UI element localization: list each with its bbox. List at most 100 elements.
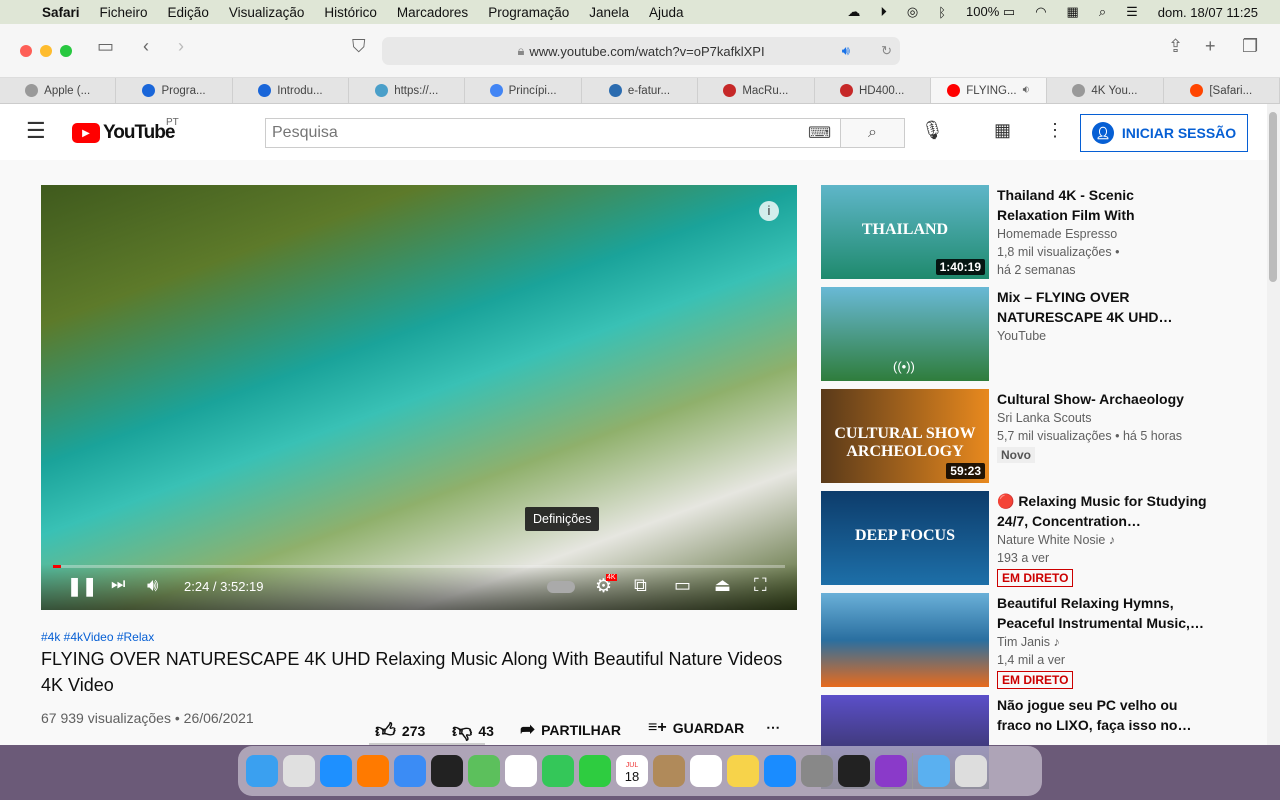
downloads-folder-icon[interactable] xyxy=(918,755,950,787)
browser-tab[interactable]: Princípi... xyxy=(465,78,582,103)
video-player[interactable]: i ❚❚ ⏭ 🔊︎ 2:24 / 3:52:19 ⚙ 4K ⧉ ▭ ⏏ ⛶ xyxy=(41,185,797,610)
page-scrollbar[interactable] xyxy=(1267,104,1280,745)
browser-tab[interactable]: FLYING... 🔉︎ xyxy=(930,78,1048,103)
recommended-video[interactable]: ((•)) Mix – FLYING OVER NATURESCAPE 4K UH… xyxy=(821,287,1181,381)
trash-icon[interactable] xyxy=(955,755,987,787)
miniplayer-icon[interactable]: ⧉ xyxy=(634,575,647,596)
like-button[interactable]: 👍︎ 273 xyxy=(375,719,425,743)
menu-edicao[interactable]: Edição xyxy=(168,5,209,20)
zoom-window-button[interactable] xyxy=(60,45,72,57)
browser-tab[interactable]: Apple (... xyxy=(0,78,117,103)
back-icon[interactable]: ‹ xyxy=(143,36,149,57)
finder-icon[interactable] xyxy=(246,755,278,787)
play-icon[interactable]: ⏵ xyxy=(880,4,887,20)
video-thumbnail[interactable]: ((•)) xyxy=(821,287,989,381)
hashtags[interactable]: #4k #4kVideo #Relax xyxy=(41,630,154,644)
recommended-video[interactable]: Beautiful Relaxing Hymns, Peaceful Instr… xyxy=(821,593,1204,689)
share-icon[interactable]: ⇪ xyxy=(1168,36,1183,57)
messages-icon[interactable] xyxy=(542,755,574,787)
save-button[interactable]: ≡+ GUARDAR xyxy=(648,719,744,737)
safari-icon[interactable] xyxy=(320,755,352,787)
more-actions-icon[interactable]: ⋯ xyxy=(766,719,780,736)
next-icon[interactable]: ⏭ xyxy=(111,576,125,594)
youtube-logo[interactable]: ▶ YouTube xyxy=(72,122,175,144)
notes-icon[interactable] xyxy=(727,755,759,787)
mail-icon[interactable] xyxy=(394,755,426,787)
cloud-icon[interactable]: ☁ xyxy=(847,4,860,20)
minimize-window-button[interactable] xyxy=(40,45,52,57)
sign-in-button[interactable]: 👤︎ INICIAR SESSÃO xyxy=(1080,114,1248,152)
search-input[interactable] xyxy=(265,118,841,148)
share-button[interactable]: ➦ PARTILHAR xyxy=(520,719,621,740)
menu-janela[interactable]: Janela xyxy=(589,5,629,20)
fullscreen-icon[interactable]: ⛶ xyxy=(754,575,767,596)
reload-icon[interactable]: ↻ xyxy=(881,43,892,59)
contacts-icon[interactable] xyxy=(653,755,685,787)
menu-marcadores[interactable]: Marcadores xyxy=(397,5,468,20)
video-title[interactable]: Thailand 4K - Scenic Relaxation Film Wit… xyxy=(997,185,1207,225)
new-tab-icon[interactable]: + xyxy=(1205,36,1216,57)
search-button[interactable]: ⌕ xyxy=(840,118,905,148)
wifi-icon[interactable]: ◠ xyxy=(1035,4,1046,20)
menu-icon[interactable]: ☰ xyxy=(26,118,46,144)
pause-icon[interactable]: ❚❚ xyxy=(67,576,97,597)
feedback-icon[interactable] xyxy=(875,755,907,787)
apps-icon[interactable]: ▦ xyxy=(994,120,1011,141)
browser-tab[interactable]: Progra... xyxy=(116,78,233,103)
tab-audio-icon[interactable]: 🔉︎ xyxy=(1023,84,1030,97)
airdrop-icon[interactable]: ◎ xyxy=(907,4,918,20)
spotlight-icon[interactable]: ⌕ xyxy=(1099,4,1106,20)
facetime-icon[interactable] xyxy=(579,755,611,787)
menu-ficheiro[interactable]: Ficheiro xyxy=(100,5,148,20)
sidebar-icon[interactable]: ▭ xyxy=(97,36,114,57)
menu-visualizacao[interactable]: Visualização xyxy=(229,5,305,20)
tab-overview-icon[interactable]: ❐ xyxy=(1242,36,1258,57)
menu-historico[interactable]: Histórico xyxy=(324,5,377,20)
recommended-video[interactable]: DEEP FOCUS 🔴 Relaxing Music for Studying … xyxy=(821,491,1207,587)
theater-mode-icon[interactable]: ▭ xyxy=(674,575,691,596)
browser-tab[interactable]: Introdu... xyxy=(233,78,350,103)
launchpad-icon[interactable] xyxy=(283,755,315,787)
system-preferences-icon[interactable] xyxy=(801,755,833,787)
calendar-icon[interactable]: JUL 18 xyxy=(616,755,648,787)
shield-icon[interactable]: ⛉ xyxy=(352,36,366,57)
menu-app[interactable]: Safari xyxy=(42,5,80,20)
maps-icon[interactable] xyxy=(468,755,500,787)
browser-tab[interactable]: e-fatur... xyxy=(582,78,699,103)
app-store-icon[interactable] xyxy=(764,755,796,787)
browser-tab[interactable]: https://... xyxy=(349,78,466,103)
more-options-icon[interactable]: ⋮ xyxy=(1046,120,1064,141)
menu-ajuda[interactable]: Ajuda xyxy=(649,5,684,20)
autoplay-toggle[interactable] xyxy=(547,581,575,593)
photos-icon[interactable] xyxy=(505,755,537,787)
browser-tab[interactable]: HD400... xyxy=(815,78,931,103)
video-thumbnail[interactable] xyxy=(821,593,989,687)
keyboard-icon[interactable]: ▦ xyxy=(1067,4,1079,20)
stocks-icon[interactable] xyxy=(431,755,463,787)
audio-icon[interactable]: 🔊︎ xyxy=(842,43,850,59)
video-title[interactable]: Cultural Show- Archaeology xyxy=(997,389,1207,409)
control-center-icon[interactable]: ☰ xyxy=(1126,4,1138,20)
recommended-video[interactable]: THAILAND 1:40:19 Thailand 4K - Scenic Rela… xyxy=(821,185,1181,279)
video-title[interactable]: Mix – FLYING OVER NATURESCAPE 4K UHD… xyxy=(997,287,1207,327)
browser-tab[interactable]: [Safari... xyxy=(1164,78,1280,103)
forward-icon[interactable]: › xyxy=(178,36,184,57)
menu-programacao[interactable]: Programação xyxy=(488,5,569,20)
video-title[interactable]: Beautiful Relaxing Hymns, Peaceful Instr… xyxy=(997,593,1207,633)
clock[interactable]: dom. 18/07 11:25 xyxy=(1158,5,1258,20)
address-bar[interactable]: 🔒︎ www.youtube.com/watch?v=oP7kafklXPI 🔊… xyxy=(382,37,900,65)
microphone-icon[interactable]: 🎙︎ xyxy=(921,120,944,141)
video-thumbnail[interactable]: DEEP FOCUS xyxy=(821,491,989,585)
browser-tab[interactable]: MacRu... xyxy=(698,78,815,103)
reminders-icon[interactable] xyxy=(690,755,722,787)
recommended-video[interactable]: CULTURAL SHOW ARCHEOLOGY 59:23 Cultural Sh… xyxy=(821,389,1184,483)
bluetooth-icon[interactable]: ᛒ xyxy=(938,5,946,20)
video-thumbnail[interactable]: CULTURAL SHOW ARCHEOLOGY 59:23 xyxy=(821,389,989,483)
terminal-icon[interactable] xyxy=(838,755,870,787)
battery-icon[interactable]: ▭ xyxy=(1003,4,1015,19)
info-icon[interactable]: i xyxy=(759,201,779,221)
airplay-icon[interactable]: ⏏ xyxy=(714,575,731,596)
browser-tab[interactable]: 4K You... xyxy=(1047,78,1164,103)
video-thumbnail[interactable]: THAILAND 1:40:19 xyxy=(821,185,989,279)
video-title[interactable]: Não jogue seu PC velho ou fraco no LIXO,… xyxy=(997,695,1207,735)
